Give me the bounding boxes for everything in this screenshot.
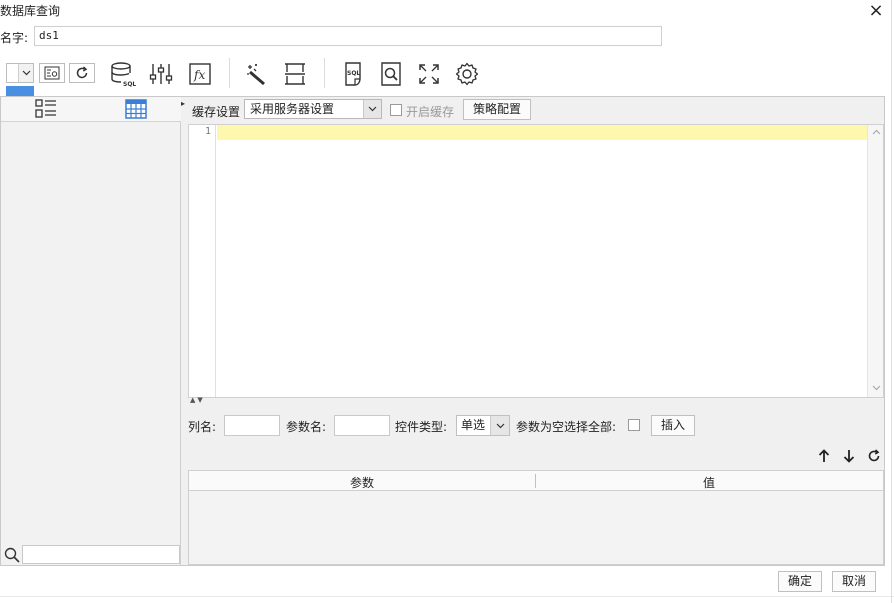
sql-file-button[interactable]: SQL [339,60,367,88]
refresh-icon [867,449,881,463]
column-divider-icon [283,62,307,86]
sql-file-icon: SQL [342,62,364,86]
dropdown-chevron-icon [18,64,33,82]
cache-mode-value: 采用服务器设置 [250,102,335,116]
refresh-button[interactable] [69,63,95,83]
image-preview-icon [44,66,60,80]
refresh-params-button[interactable] [866,447,882,465]
name-label: 名字: [0,31,29,45]
column-header-value[interactable]: 值 [536,474,882,491]
editor-gutter [189,125,216,397]
toolbar-separator [229,58,230,88]
list-view-button[interactable] [33,98,59,120]
move-down-button[interactable] [841,447,857,465]
scroll-up-icon [872,129,881,135]
arrow-down-icon [843,449,855,463]
formula-fx-icon: fx [189,63,211,85]
current-line-highlight [217,125,867,140]
svg-text:SQL: SQL [347,70,360,77]
tree-panel-header [1,97,181,122]
settings-button[interactable] [453,60,481,88]
cache-settings-label: 缓存设置 [192,105,241,119]
enable-cache-label: 开启缓存 [406,105,455,119]
search-document-button[interactable] [377,60,405,88]
window-edge [891,0,892,603]
splitter-arrows-icon[interactable]: ▲▼ [190,396,205,404]
control-type-select[interactable]: 单选 [456,415,510,436]
toolbar-separator [324,58,325,88]
column-name-input[interactable] [224,415,280,436]
line-number: 1 [204,126,211,137]
bottom-divider [0,596,894,597]
chevron-down-icon [490,416,509,435]
table-view-button[interactable] [123,98,149,120]
fullscreen-button[interactable] [415,60,443,88]
empty-select-all-checkbox[interactable] [628,419,640,431]
svg-text:fx: fx [193,68,205,82]
settings-gear-icon [455,62,479,86]
scroll-down-icon [872,385,881,391]
strategy-config-button[interactable]: 策略配置 [463,99,531,120]
param-name-input[interactable] [334,415,390,436]
editor-vertical-scrollbar[interactable] [867,125,883,397]
refresh-icon [75,66,89,80]
cache-mode-select[interactable]: 采用服务器设置 [244,99,382,119]
search-document-icon [380,62,402,86]
sql-editor[interactable] [188,124,884,398]
name-input[interactable]: ds1 [34,26,662,46]
search-button[interactable] [2,545,22,564]
datasource-tree-panel [1,97,181,565]
preview-button[interactable] [39,63,65,83]
column-divider-button[interactable] [281,60,309,88]
svg-text:SQL: SQL [123,81,136,87]
column-header-param[interactable]: 参数 [189,474,535,491]
enable-cache-checkbox[interactable] [390,104,402,116]
cancel-button[interactable]: 取消 [832,571,876,592]
database-sql-button[interactable]: SQL [109,60,137,88]
datasource-dropdown[interactable] [6,63,34,83]
table-grid-icon [125,99,147,119]
arrow-up-icon [818,449,830,463]
chevron-down-icon [363,100,381,118]
list-view-icon [35,99,57,119]
ok-button[interactable]: 确定 [778,571,822,592]
window-title: 数据库查询 [0,4,61,18]
collapse-arrow-icon[interactable]: ▸ [181,99,185,108]
insert-button[interactable]: 插入 [651,415,695,436]
column-name-label: 列名: [188,420,217,434]
control-type-label: 控件类型: [395,420,448,434]
database-sql-icon: SQL [110,61,136,87]
control-type-value: 单选 [461,418,486,432]
tree-search-input[interactable] [22,545,180,564]
formula-button[interactable]: fx [186,60,214,88]
fullscreen-icon [418,63,440,85]
magic-wand-icon [245,62,269,86]
empty-select-all-label: 参数为空选择全部: [516,420,617,434]
magic-wand-button[interactable] [243,60,271,88]
parameters-button[interactable] [147,60,175,88]
search-icon [4,547,20,563]
close-button[interactable]: × [866,0,886,22]
move-up-button[interactable] [816,447,832,465]
sliders-icon [149,62,173,86]
param-name-label: 参数名: [286,420,327,434]
